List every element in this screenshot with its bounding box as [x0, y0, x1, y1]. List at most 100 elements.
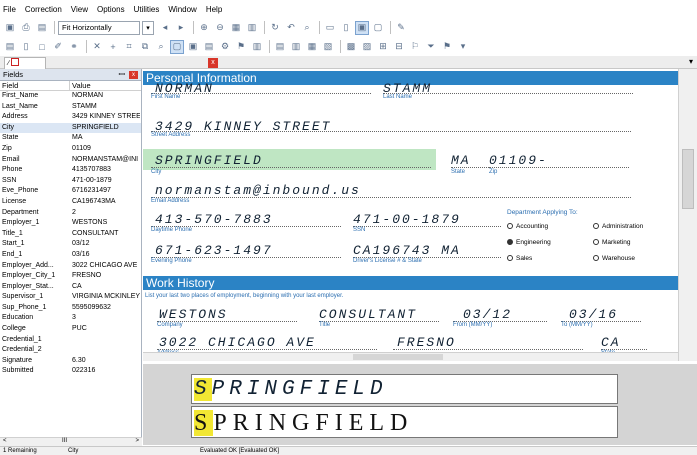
close-icon[interactable]: x — [208, 58, 218, 68]
next-icon[interactable]: ▸ — [174, 21, 188, 35]
field-row[interactable]: Employer_Stat... CA — [0, 282, 141, 293]
field-row[interactable]: SSN 471-00-1879 — [0, 176, 141, 187]
field-row[interactable]: Education 3 — [0, 313, 141, 324]
more-icon[interactable]: ▾ — [456, 40, 470, 54]
menu-window[interactable]: Window — [168, 5, 196, 14]
chevron-down-icon[interactable]: ▾ — [689, 57, 693, 66]
stack-icon[interactable]: ▤ — [273, 40, 287, 54]
tree-icon[interactable]: ⊞ — [376, 40, 390, 54]
field-row[interactable]: Credential_1 — [0, 335, 141, 346]
chevron-down-icon[interactable]: ▾ — [142, 20, 154, 35]
delete-icon[interactable]: ✕ — [90, 40, 104, 54]
menu-correction[interactable]: Correction — [25, 5, 62, 14]
zoom-out-icon[interactable]: ⊖ — [213, 21, 227, 35]
zoom-in-icon[interactable]: ⊕ — [197, 21, 211, 35]
save-page-icon[interactable]: ▤ — [202, 40, 216, 54]
field-value-editor[interactable]: SPRINGFIELD — [191, 406, 618, 438]
menu-view[interactable]: View — [71, 5, 88, 14]
field-row[interactable]: Phone 4135707883 — [0, 165, 141, 176]
field-row[interactable]: Employer_City_1 FRESNO — [0, 271, 141, 282]
scroll-left-icon[interactable]: < — [3, 438, 7, 444]
close-icon[interactable]: x — [129, 71, 138, 79]
chart-icon[interactable]: ▥ — [250, 40, 264, 54]
menu-utilities[interactable]: Utilities — [134, 5, 160, 14]
crop-icon[interactable]: ⌗ — [122, 40, 136, 54]
group-icon[interactable]: ▩ — [344, 40, 358, 54]
split-icon[interactable]: ▯ — [339, 21, 353, 35]
document-icon[interactable]: ▤ — [35, 21, 49, 35]
view-active-icon[interactable]: ▣ — [355, 20, 369, 35]
scroll-thumb[interactable] — [353, 354, 443, 360]
blank-icon[interactable]: □ — [35, 40, 49, 54]
form-vertical-scrollbar[interactable] — [678, 69, 697, 361]
merge-icon[interactable]: ⊟ — [392, 40, 406, 54]
menu-file[interactable]: File — [3, 5, 16, 14]
field-row[interactable]: Email NORMANSTAM@INI — [0, 155, 141, 166]
field-row[interactable]: End_1 03/16 — [0, 250, 141, 261]
page-icon[interactable]: ▯ — [19, 40, 33, 54]
field-row[interactable]: Last_Name STAMM — [0, 102, 141, 113]
tools-icon[interactable]: ✎ — [394, 21, 408, 35]
search-icon[interactable]: ⌕ — [300, 21, 314, 35]
stack-three-icon[interactable]: ▦ — [305, 40, 319, 54]
form-image-viewer[interactable]: Personal Information NORMAN First Name S… — [143, 69, 678, 361]
scroll-thumb[interactable] — [682, 149, 694, 209]
field-row[interactable]: Zip 01109 — [0, 144, 141, 155]
link-icon[interactable]: ⚭ — [67, 40, 81, 54]
field-row[interactable]: State MA — [0, 133, 141, 144]
select-icon[interactable]: ▢ — [170, 39, 184, 54]
filter-icon[interactable]: ⏷ — [424, 40, 438, 54]
magnify-icon[interactable]: ⌕ — [154, 40, 168, 54]
add-icon[interactable]: + — [106, 40, 120, 54]
field-row[interactable]: Title_1 CONSULTANT — [0, 229, 141, 240]
window-icon[interactable]: ▢ — [371, 21, 385, 35]
marker-icon[interactable]: ⚐ — [408, 40, 422, 54]
layout-icon[interactable]: ▭ — [323, 21, 337, 35]
flag-icon[interactable]: ⚑ — [440, 40, 454, 54]
field-row[interactable]: Credential_2 — [0, 345, 141, 356]
field-row[interactable]: City SPRINGFIELD — [0, 122, 141, 134]
scroll-right-icon[interactable]: > — [135, 438, 139, 444]
menu-options[interactable]: Options — [97, 5, 125, 14]
save-icon[interactable]: ▣ — [3, 21, 17, 35]
image-icon[interactable]: ▤ — [3, 40, 17, 54]
settings-icon[interactable]: ⚙ — [218, 40, 232, 54]
fields-horizontal-scrollbar[interactable]: < III > — [0, 437, 142, 446]
field-row[interactable]: Submitted 022316 — [0, 366, 141, 377]
group-alt-icon[interactable]: ▨ — [360, 40, 374, 54]
field-row[interactable]: Eve_Phone 6716231497 — [0, 186, 141, 197]
stack-four-icon[interactable]: ▧ — [321, 40, 335, 54]
stack-alt-icon[interactable]: ▥ — [289, 40, 303, 54]
frame-icon[interactable]: ▣ — [186, 40, 200, 54]
fit-mode-select[interactable]: Fit Horizontally — [58, 20, 140, 35]
scroll-thumb[interactable]: III — [62, 438, 67, 444]
toolbar-main: ▣ ⎙ ▤ Fit Horizontally ▾ ◂ ▸ ⊕ ⊖ ▦ ▥ ↻ ↶… — [0, 18, 697, 37]
pin-icon[interactable]: ꟷ — [118, 69, 125, 81]
field-row[interactable]: Supervisor_1 VIRGINIA MCKINLEY — [0, 292, 141, 303]
field-row[interactable]: Sup_Phone_1 5595099632 — [0, 303, 141, 314]
form-horizontal-scrollbar[interactable] — [143, 352, 678, 361]
copy-icon[interactable]: ⧉ — [138, 40, 152, 54]
tag-icon[interactable]: ⚑ — [234, 40, 248, 54]
field-row[interactable]: First_Name NORMAN — [0, 91, 141, 102]
value-column-header[interactable]: Value — [70, 81, 91, 90]
field-row[interactable]: Address 3429 KINNEY STREET — [0, 112, 141, 123]
print-icon[interactable]: ⎙ — [19, 21, 33, 35]
field-value-text[interactable]: SPRINGFIELD — [194, 410, 413, 437]
field-row[interactable]: Start_1 03/12 — [0, 239, 141, 250]
field-row[interactable]: License CA196743MA — [0, 197, 141, 208]
grid-icon[interactable]: ▦ — [229, 21, 243, 35]
menu-help[interactable]: Help — [206, 5, 222, 14]
field-row[interactable]: Employer_Add... 3022 CHICAGO AVE — [0, 261, 141, 272]
field-row[interactable]: Department 2 — [0, 208, 141, 219]
pencil-icon[interactable]: ✐ — [51, 40, 65, 54]
document-tab[interactable]: ∕ — [4, 57, 46, 69]
undo-icon[interactable]: ↶ — [284, 21, 298, 35]
field-row[interactable]: Employer_1 WESTONS — [0, 218, 141, 229]
rotate-icon[interactable]: ↻ — [268, 21, 282, 35]
field-row[interactable]: College PUC — [0, 324, 141, 335]
field-row[interactable]: Signature 6.30 — [0, 356, 141, 367]
prev-icon[interactable]: ◂ — [158, 21, 172, 35]
field-column-header[interactable]: Field — [0, 81, 70, 90]
chart-icon[interactable]: ▥ — [245, 21, 259, 35]
